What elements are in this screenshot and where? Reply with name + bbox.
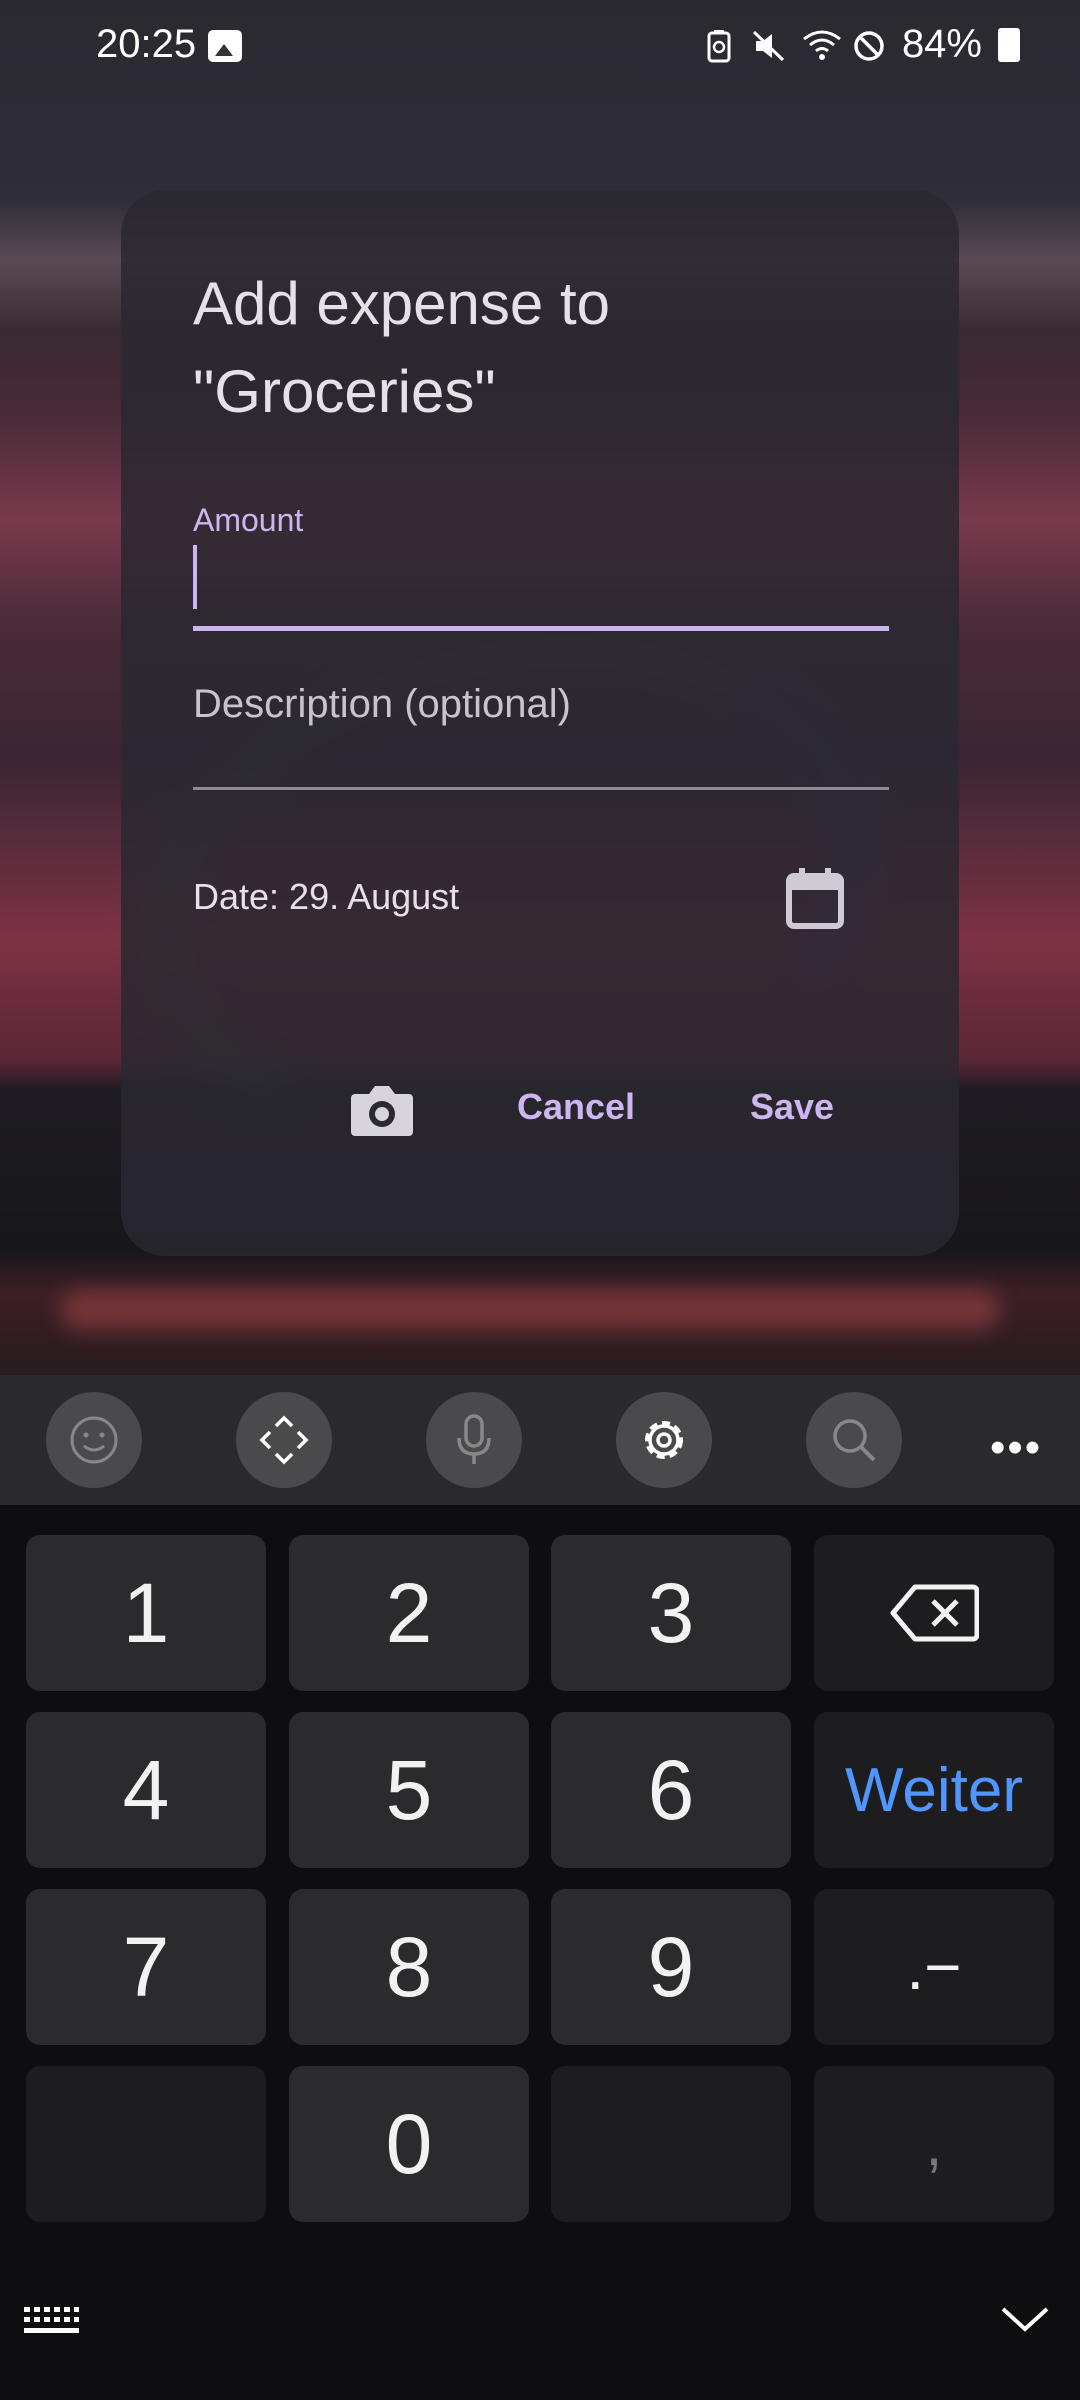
empty-key-left (26, 2066, 266, 2222)
key-6[interactable]: 6 (551, 1712, 791, 1868)
key-0[interactable]: 0 (289, 2066, 529, 2222)
description-placeholder: Description (optional) (193, 682, 571, 726)
backspace-icon (890, 1584, 979, 1642)
dialog-actions: Cancel Save (121, 1080, 959, 1160)
emoji-icon[interactable] (46, 1392, 142, 1488)
key-1[interactable]: 1 (26, 1535, 266, 1691)
image-icon (208, 30, 242, 62)
background-blur-bar (60, 1290, 1000, 1330)
key-5[interactable]: 5 (289, 1712, 529, 1868)
more-icon[interactable]: ••• (990, 1423, 1042, 1473)
next-key[interactable]: Weiter (814, 1712, 1054, 1868)
chevron-down-icon[interactable] (1000, 2301, 1050, 2337)
mute-icon (752, 28, 786, 62)
battery-saver-icon (702, 28, 736, 62)
dialog-title: Add expense to "Groceries" (193, 270, 610, 425)
key-4[interactable]: 4 (26, 1712, 266, 1868)
numeric-keyboard: 1 2 3 4 5 6 Weiter 7 8 9 .− 0 , (0, 1505, 1080, 2400)
battery-icon (998, 27, 1020, 62)
dot-dash-key[interactable]: .− (814, 1889, 1054, 2045)
keyboard-switch-icon[interactable] (22, 2305, 80, 2337)
save-button[interactable]: Save (750, 1086, 834, 1128)
do-not-disturb-icon (852, 28, 886, 62)
comma-key[interactable]: , (814, 2066, 1054, 2222)
text-cursor (193, 545, 197, 609)
camera-icon[interactable] (349, 1082, 415, 1138)
status-time: 20:25 (96, 22, 197, 66)
keyboard-toolbar: ••• (0, 1375, 1080, 1505)
search-icon[interactable] (806, 1392, 902, 1488)
backspace-key[interactable] (814, 1535, 1054, 1691)
key-8[interactable]: 8 (289, 1889, 529, 2045)
empty-key-right (551, 2066, 791, 2222)
key-9[interactable]: 9 (551, 1889, 791, 2045)
cancel-button[interactable]: Cancel (517, 1086, 635, 1128)
key-2[interactable]: 2 (289, 1535, 529, 1691)
amount-input[interactable] (193, 545, 889, 631)
calendar-icon[interactable] (785, 866, 845, 930)
battery-percent: 84% (901, 22, 982, 66)
add-expense-dialog: Add expense to "Groceries" Amount Descri… (121, 190, 959, 1256)
microphone-icon[interactable] (426, 1392, 522, 1488)
wifi-icon (802, 28, 841, 62)
status-bar: 20:25 84% (0, 0, 1080, 96)
settings-icon[interactable] (616, 1392, 712, 1488)
description-input[interactable]: Description (optional) (193, 660, 889, 790)
amount-label: Amount (193, 502, 304, 538)
key-3[interactable]: 3 (551, 1535, 791, 1691)
date-label: Date: 29. August (193, 876, 460, 917)
cursor-move-icon[interactable] (236, 1392, 332, 1488)
key-7[interactable]: 7 (26, 1889, 266, 2045)
